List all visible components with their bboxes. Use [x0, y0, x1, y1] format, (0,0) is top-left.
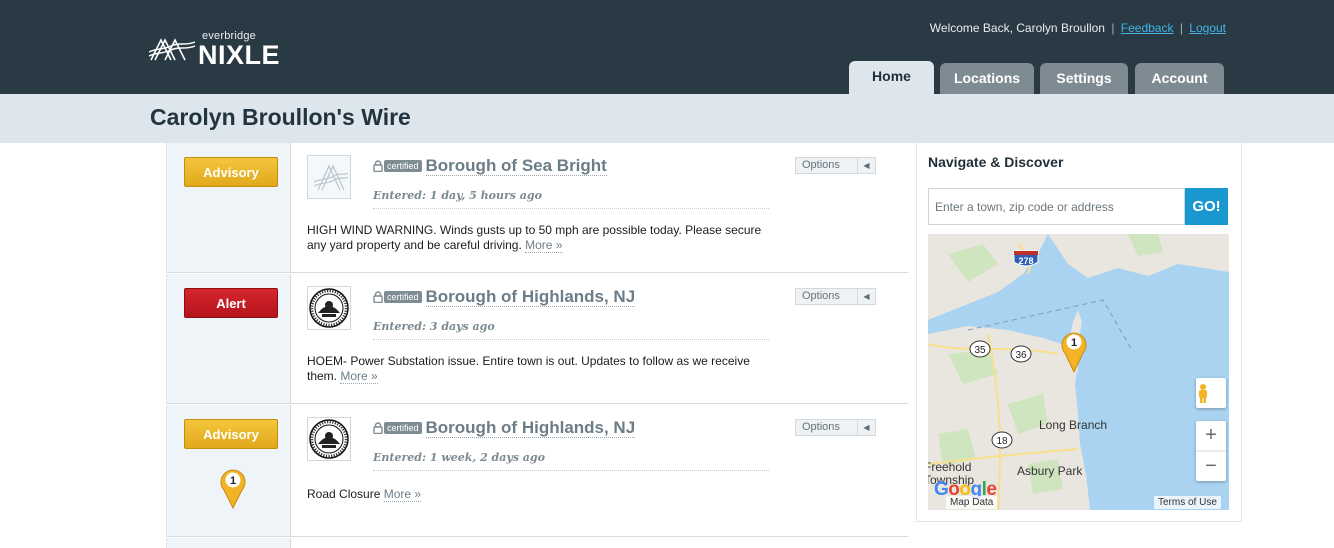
- highway-shield: 35: [969, 340, 991, 358]
- shield-number: 278: [1018, 256, 1033, 266]
- more-link[interactable]: More »: [383, 487, 422, 502]
- agency-header: certified Borough of Highlands, NJ: [373, 418, 636, 438]
- agency-name-link[interactable]: Borough of Sea Bright: [425, 156, 607, 176]
- map-view[interactable]: 278 35 36 18 1 Long Branch Freehold Town…: [928, 234, 1229, 510]
- alert-badge: Alert: [184, 288, 278, 318]
- caret-left-icon: ◀: [857, 158, 875, 173]
- highway-shield: 36: [1010, 345, 1032, 363]
- borough-seal-icon: [309, 288, 349, 328]
- feed-item: [166, 538, 908, 548]
- highway-shield: 278: [1013, 250, 1039, 267]
- tab-locations[interactable]: Locations: [940, 63, 1034, 94]
- agency-name-link[interactable]: Borough of Highlands, NJ: [425, 418, 636, 438]
- place-label: Freehold: [928, 460, 972, 474]
- message-body: HOEM- Power Substation issue. Entire tow…: [307, 354, 777, 384]
- agency-name-link[interactable]: Borough of Highlands, NJ: [425, 287, 636, 307]
- welcome-text: Welcome Back, Carolyn Broullon: [929, 21, 1105, 35]
- message-body: Road Closure More »: [307, 487, 777, 502]
- top-header: everbridge NIXLE Welcome Back, Carolyn B…: [0, 0, 1334, 94]
- separator: |: [1111, 21, 1115, 35]
- logout-link[interactable]: Logout: [1189, 21, 1226, 35]
- feed-item-sidebar: Advisory 1: [166, 405, 291, 536]
- terms-of-use-link[interactable]: Terms of Use: [1154, 496, 1221, 509]
- options-dropdown[interactable]: Options ◀: [795, 419, 876, 436]
- location-search-input[interactable]: [928, 188, 1185, 225]
- feed-item: Alert certified Borough of Highlands, NJ …: [166, 274, 908, 404]
- entered-time: Entered: 1 week, 2 days ago: [373, 451, 769, 471]
- zoom-out-button[interactable]: −: [1196, 451, 1226, 481]
- agency-avatar[interactable]: [307, 155, 351, 199]
- separator: |: [1179, 21, 1183, 35]
- agency-header: certified Borough of Highlands, NJ: [373, 287, 636, 307]
- more-link[interactable]: More »: [525, 238, 563, 253]
- pin-number: 1: [230, 475, 236, 487]
- message-body: HIGH WIND WARNING. Winds gusts up to 50 …: [307, 223, 777, 253]
- options-dropdown[interactable]: Options ◀: [795, 288, 876, 305]
- navigate-panel: Navigate & Discover GO!: [916, 143, 1242, 522]
- tab-settings[interactable]: Settings: [1040, 63, 1128, 94]
- feed-item-sidebar: Advisory: [166, 143, 291, 272]
- panel-title: Navigate & Discover: [928, 154, 1064, 170]
- caret-left-icon: ◀: [857, 420, 875, 435]
- pin-number: 1: [1071, 337, 1077, 349]
- feedback-link[interactable]: Feedback: [1121, 21, 1174, 35]
- entered-time: Entered: 1 day, 5 hours ago: [373, 189, 769, 209]
- message-text: Road Closure: [307, 487, 381, 501]
- zoom-in-button[interactable]: +: [1196, 421, 1226, 451]
- page-title: Carolyn Broullon's Wire: [150, 104, 411, 130]
- shield-number: 18: [996, 436, 1008, 447]
- options-label: Options: [802, 421, 840, 433]
- feed-item: Advisory certified Borough of Sea Bright …: [166, 143, 908, 273]
- feed-item-sidebar: Alert: [166, 274, 291, 403]
- advisory-badge: Advisory: [184, 419, 278, 449]
- borough-seal-icon: [309, 419, 349, 459]
- lock-icon: [373, 160, 383, 172]
- lock-icon: [373, 422, 383, 434]
- advisory-badge: Advisory: [184, 157, 278, 187]
- options-label: Options: [802, 290, 840, 302]
- caret-left-icon: ◀: [857, 289, 875, 304]
- place-label: Asbury Park: [1017, 464, 1083, 478]
- map-pin-icon[interactable]: 1: [219, 466, 247, 510]
- street-view-pegman-icon[interactable]: [1196, 378, 1226, 408]
- certified-tag: certified: [384, 160, 422, 172]
- certified-tag: certified: [384, 422, 422, 434]
- options-dropdown[interactable]: Options ◀: [795, 157, 876, 174]
- wave-logo-icon: [149, 38, 195, 61]
- shield-number: 35: [974, 345, 986, 356]
- agency-header: certified Borough of Sea Bright: [373, 156, 607, 176]
- nixle-logo[interactable]: everbridge NIXLE: [149, 28, 299, 72]
- tab-account[interactable]: Account: [1135, 63, 1224, 94]
- feed-item: Advisory 1 certified Borough of Highlands…: [166, 405, 908, 537]
- lock-icon: [373, 291, 383, 303]
- feed-item-sidebar: [166, 538, 291, 548]
- entered-time: Entered: 3 days ago: [373, 320, 769, 340]
- shield-number: 36: [1015, 350, 1027, 361]
- welcome-bar: Welcome Back, Carolyn Broullon | Feedbac…: [930, 21, 1226, 35]
- wire-feed: Advisory certified Borough of Sea Bright …: [166, 143, 908, 548]
- go-button[interactable]: GO!: [1185, 188, 1228, 225]
- certified-tag: certified: [384, 291, 422, 303]
- options-label: Options: [802, 159, 840, 171]
- wave-logo-icon: [308, 156, 350, 198]
- agency-avatar[interactable]: [307, 417, 351, 461]
- logo-nixle: NIXLE: [198, 40, 281, 70]
- tab-home[interactable]: Home: [849, 61, 934, 94]
- more-link[interactable]: More »: [340, 369, 378, 384]
- highway-shield: 18: [991, 431, 1013, 449]
- place-label: Long Branch: [1039, 418, 1108, 432]
- agency-avatar[interactable]: [307, 286, 351, 330]
- map-data-link[interactable]: Map Data: [946, 496, 998, 509]
